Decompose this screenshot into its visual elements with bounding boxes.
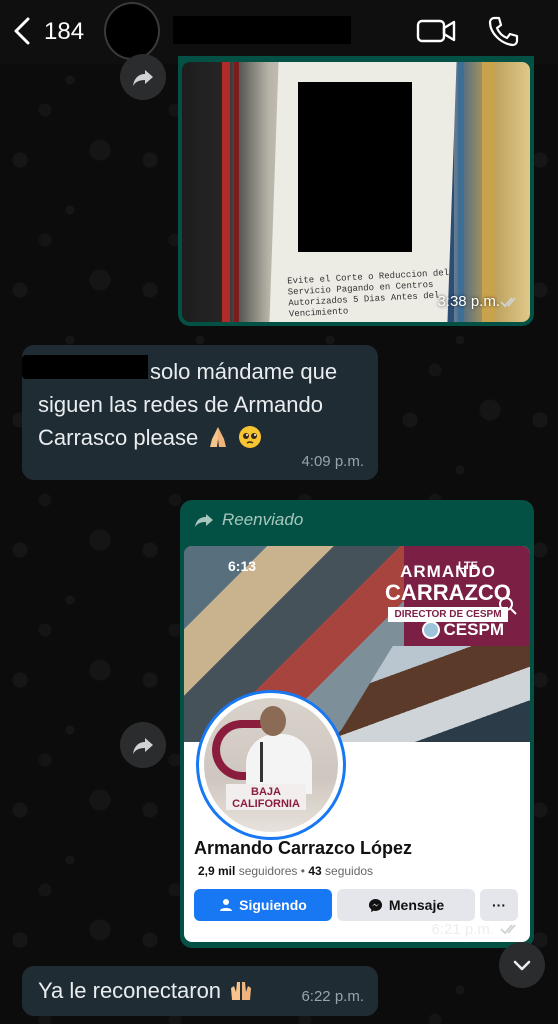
following-button-label: Siguiendo <box>239 897 307 913</box>
forwarded-text: Reenviado <box>222 510 304 529</box>
message-time: 3:38 p.m. <box>437 293 500 310</box>
following-button: Siguiendo <box>194 889 332 921</box>
followers-label: seguidores <box>238 864 298 878</box>
following-label: seguidos <box>325 864 374 878</box>
video-call-icon <box>416 19 456 43</box>
unread-count[interactable]: 184 <box>44 18 84 46</box>
forward-button[interactable] <box>120 54 166 100</box>
message-time: 4:09 p.m. <box>301 453 364 470</box>
message-time: 6:21 p.m. <box>431 921 494 938</box>
person-head <box>260 706 286 736</box>
chevron-left-icon <box>14 17 30 45</box>
praying-hands-emoji <box>210 427 227 447</box>
receipt-text: Evite el Corte o Reduccion del Servicio … <box>286 267 450 320</box>
cover-brand: ARMANDO CARRAZCO DIRECTOR DE CESPM <box>382 562 514 622</box>
incoming-text-message[interactable]: solo mándame que siguen las redes de Arm… <box>22 345 378 480</box>
folder-stripe <box>458 62 464 322</box>
cespm-logo: CESPM <box>421 620 504 640</box>
phone-icon <box>488 16 519 47</box>
message-text: solo mándame que siguen las redes de Arm… <box>38 355 368 454</box>
cover-line1: ARMANDO <box>400 562 496 581</box>
followers-count: 2,9 mil <box>198 864 236 878</box>
pleading-face-emoji <box>239 426 262 448</box>
message-body: Ya le reconectaron <box>38 978 222 1003</box>
message-button-label: Mensaje <box>388 897 445 913</box>
voice-call-button[interactable] <box>486 14 520 48</box>
message-body: solo mándame que siguen las redes de Arm… <box>38 359 338 450</box>
message-button: Mensaje <box>337 889 475 921</box>
double-check-icon <box>500 297 516 308</box>
forward-icon <box>133 70 153 86</box>
profile-picture: BAJA CALIFORNIA <box>196 690 346 840</box>
forward-icon <box>133 738 153 754</box>
cover-line2: CARRAZCO <box>385 580 511 605</box>
outgoing-image-message[interactable]: Evite el Corte o Reduccion del Servicio … <box>178 56 534 326</box>
profile-photo: BAJA CALIFORNIA <box>204 698 338 832</box>
chevron-down-icon <box>513 960 531 971</box>
whatsapp-chat: 184 Evite el Corte o Reduccion del Servi… <box>0 0 558 1024</box>
logo-text: CESPM <box>443 620 504 639</box>
messenger-icon <box>368 898 382 912</box>
forwarded-label: Reenviado <box>194 510 303 530</box>
contact-name-redacted[interactable] <box>173 16 351 44</box>
outgoing-forwarded-message[interactable]: Reenviado 6:13 LTE ARMANDO CARRAZCO DIRE… <box>180 500 534 948</box>
contact-avatar[interactable] <box>104 2 160 60</box>
profile-name: Armando Carrazco López <box>194 838 413 858</box>
forward-icon <box>195 514 213 527</box>
folder-stripe <box>222 62 230 322</box>
video-call-button[interactable] <box>416 16 456 46</box>
folder-stripe <box>234 62 239 322</box>
chat-header: 184 <box>0 0 558 64</box>
incoming-text-message[interactable]: Ya le reconectaron 6:22 p.m. <box>22 966 378 1016</box>
status-time: 6:13 <box>228 558 257 574</box>
message-time: 6:22 p.m. <box>301 988 364 1005</box>
redaction-box <box>298 82 412 252</box>
forward-button[interactable] <box>120 722 166 768</box>
podium-sign: BAJA CALIFORNIA <box>226 784 306 810</box>
profile-stats: 2,9 mil seguidores • 43 seguidos <box>198 864 373 878</box>
raising-hands-emoji <box>231 982 252 1000</box>
user-check-icon <box>220 899 233 911</box>
scroll-to-bottom-button[interactable] <box>499 942 545 988</box>
more-button: ··· <box>480 889 518 921</box>
message-text: Ya le reconectaron <box>38 978 253 1004</box>
microphone <box>260 742 263 782</box>
following-count: 43 <box>308 864 322 878</box>
double-check-icon <box>500 924 516 935</box>
receipt-photo[interactable]: Evite el Corte o Reduccion del Servicio … <box>182 62 530 322</box>
logo-icon <box>421 621 440 639</box>
search-icon <box>499 597 517 615</box>
back-button[interactable] <box>8 14 38 48</box>
facebook-profile-screenshot[interactable]: 6:13 LTE ARMANDO CARRAZCO DIRECTOR DE CE… <box>184 546 530 942</box>
folder-stripe <box>482 62 496 322</box>
